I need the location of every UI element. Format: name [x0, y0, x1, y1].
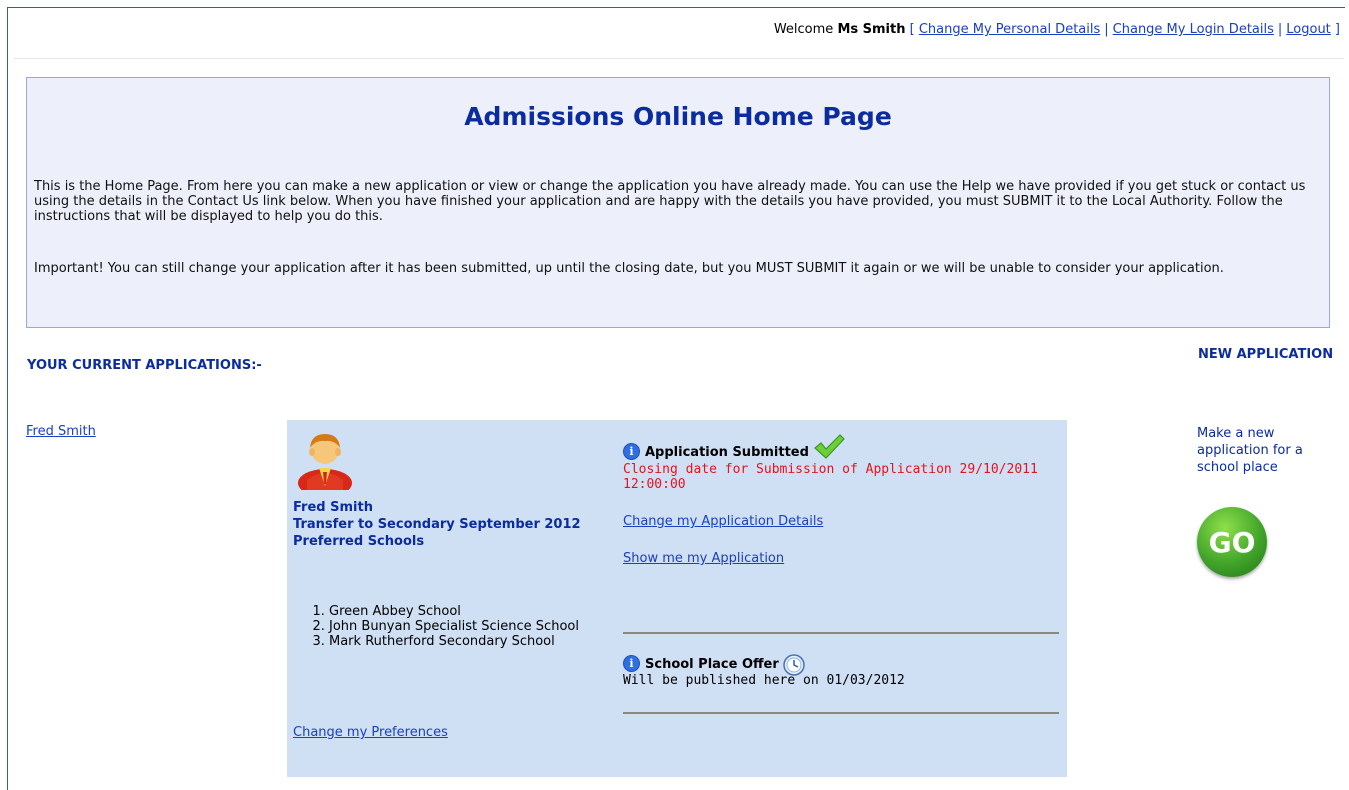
new-application-description: Make a new application for a school plac…	[1197, 426, 1303, 475]
status-title: Application Submitted	[645, 445, 809, 460]
show-application-link[interactable]: Show me my Application	[623, 551, 1059, 566]
bracket-close: ]	[1334, 22, 1340, 37]
welcome-prefix: Welcome	[773, 22, 834, 37]
child-fred-smith-link[interactable]: Fred Smith	[26, 424, 96, 439]
person-avatar-icon	[298, 434, 352, 490]
info-icon[interactable]: i	[623, 443, 640, 460]
separator: |	[1277, 22, 1283, 37]
intro-paragraph: This is the Home Page. From here you can…	[34, 179, 1306, 224]
offer-title-row: i School Place Offer	[623, 650, 1059, 676]
page-title: Admissions Online Home Page	[464, 102, 892, 131]
new-application-heading: NEW APPLICATION	[1198, 347, 1334, 362]
list-item: Green Abbey School	[329, 604, 629, 619]
important-paragraph: Important! You can still change your app…	[34, 261, 1224, 276]
account-bar: Welcome Ms Smith [ Change My Personal De…	[774, 22, 1340, 37]
change-personal-details-link[interactable]: Change My Personal Details	[919, 22, 1100, 37]
change-login-details-link[interactable]: Change My Login Details	[1113, 22, 1274, 37]
checkmark-icon	[814, 434, 845, 459]
list-item: John Bunyan Specialist Science School	[329, 619, 629, 634]
change-preferences-link[interactable]: Change my Preferences	[293, 725, 448, 740]
divider	[623, 712, 1059, 714]
applicant-details: Fred Smith Transfer to Secondary Septemb…	[293, 499, 613, 550]
closing-date-text: Closing date for Submission of Applicati…	[623, 462, 1038, 492]
welcome-user-name: Ms Smith	[837, 22, 906, 37]
preferred-schools-label: Preferred Schools	[293, 534, 425, 549]
intro-panel: Admissions Online Home Page This is the …	[26, 77, 1330, 328]
list-item: Mark Rutherford Secondary School	[329, 634, 629, 649]
current-applications-heading: YOUR CURRENT APPLICATIONS:-	[27, 358, 262, 373]
application-card: Fred Smith Transfer to Secondary Septemb…	[287, 420, 1067, 777]
offer-title: School Place Offer	[645, 657, 779, 672]
bracket-open: [	[909, 22, 915, 37]
separator: |	[1104, 22, 1109, 37]
offer-publish-text: Will be published here on 01/03/2012	[623, 673, 905, 688]
preferred-schools-list: Green Abbey School John Bunyan Specialis…	[297, 604, 629, 649]
clock-icon	[783, 654, 805, 676]
logout-link[interactable]: Logout	[1286, 22, 1331, 37]
info-icon[interactable]: i	[623, 655, 640, 672]
go-button[interactable]: GO	[1197, 507, 1267, 577]
transfer-type: Transfer to Secondary September 2012	[293, 517, 581, 532]
divider	[623, 632, 1059, 634]
status-row: i Application Submitted	[623, 434, 1059, 460]
change-application-details-link[interactable]: Change my Application Details	[623, 514, 1059, 529]
header-divider	[14, 58, 1344, 59]
application-status: i Application Submitted Closing date for…	[623, 434, 1059, 566]
applicant-name: Fred Smith	[293, 500, 373, 515]
school-offer-section: i School Place Offer Will be published h…	[623, 650, 1059, 688]
